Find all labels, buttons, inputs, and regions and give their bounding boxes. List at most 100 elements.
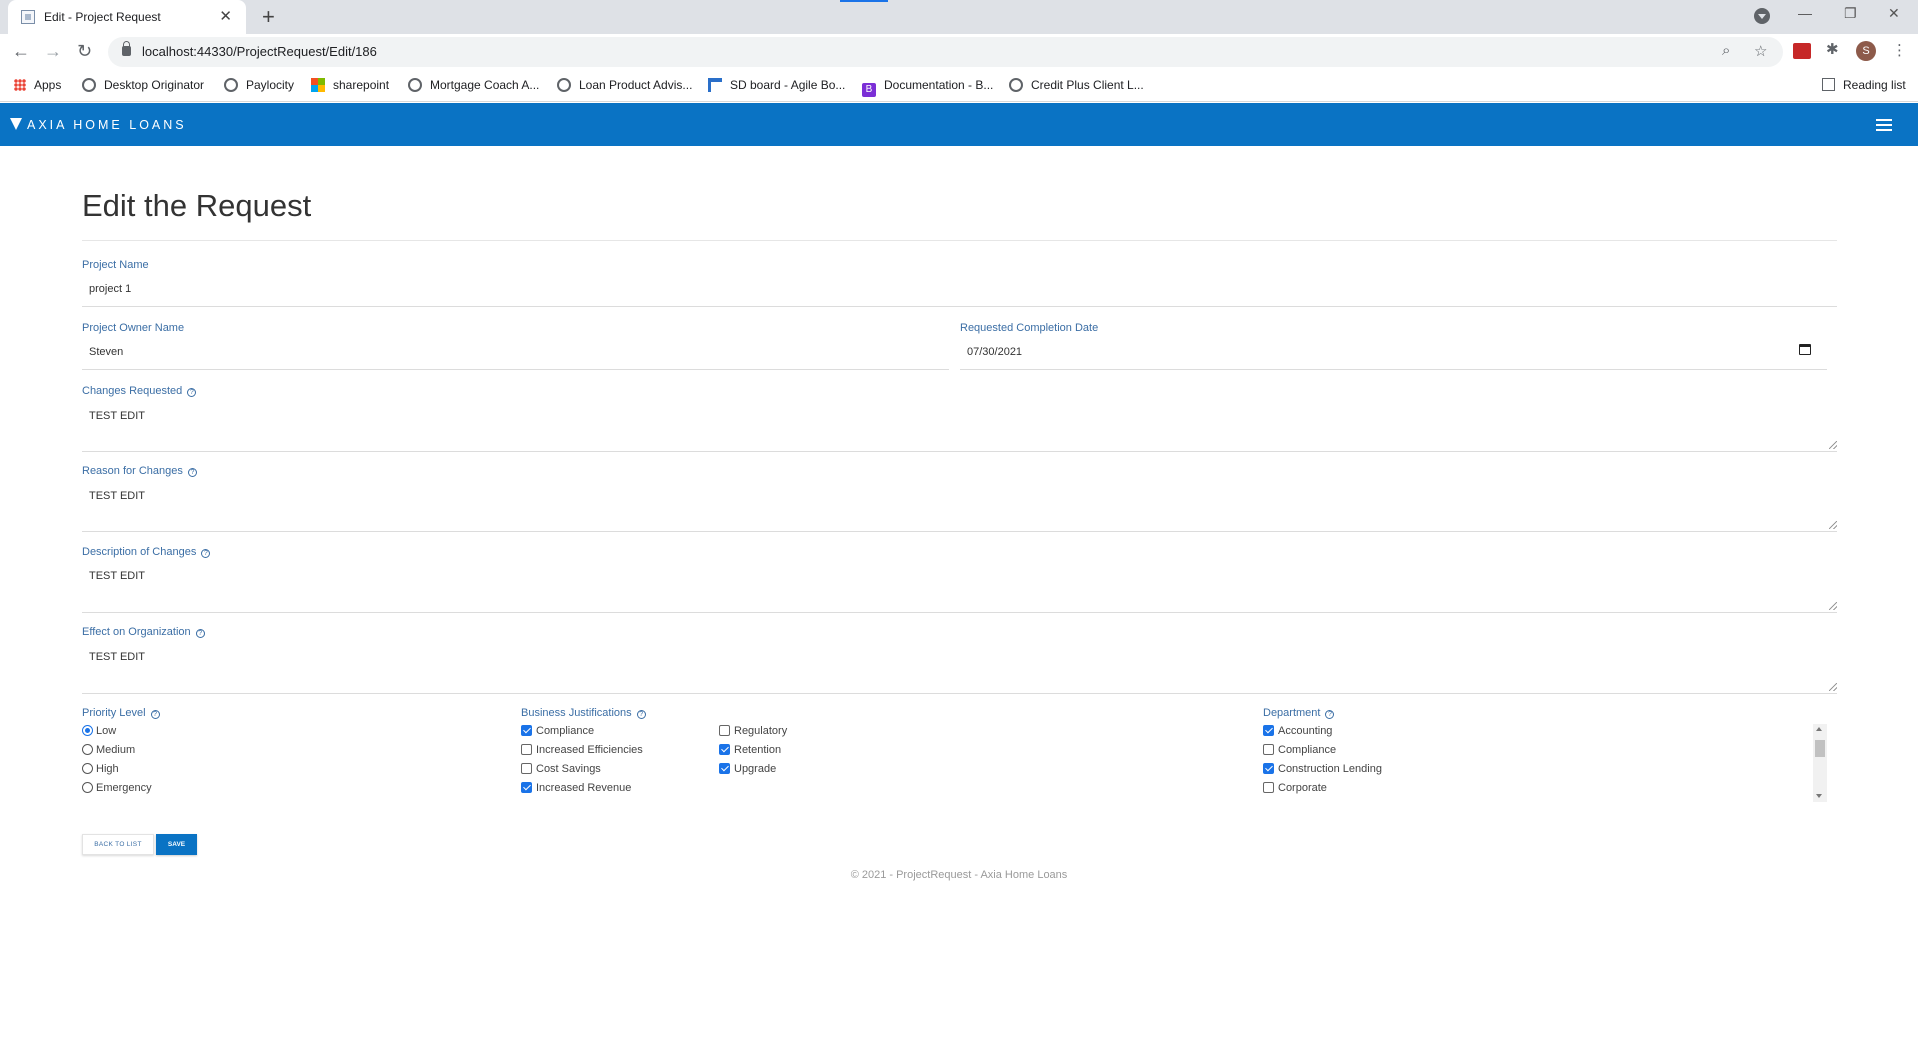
help-icon[interactable]: ?	[1325, 710, 1335, 719]
browser-toolbar: ← → ↻ localhost:44330/ProjectRequest/Edi…	[0, 34, 1918, 70]
calendar-icon[interactable]	[1799, 344, 1811, 355]
back-to-list-button[interactable]: BACK TO LIST	[82, 834, 154, 855]
bookmark-loan-product-advisor[interactable]: Loan Product Advis...	[557, 78, 692, 92]
checkbox[interactable]	[521, 763, 532, 774]
priority-option-emergency[interactable]: Emergency	[82, 782, 152, 794]
brand-name[interactable]: AXIA HOME LOANS	[27, 118, 187, 132]
bookmark-sd-board[interactable]: SD board - Agile Bo...	[708, 78, 845, 92]
resize-handle-icon[interactable]	[1829, 602, 1837, 610]
tab-strip-indicator	[840, 0, 888, 2]
checkbox[interactable]	[1263, 725, 1274, 736]
tab-search-icon[interactable]	[1754, 8, 1770, 24]
justification-retention[interactable]: Retention	[719, 744, 781, 756]
b-icon: B	[862, 83, 876, 97]
flag-icon	[708, 78, 722, 92]
extension-icon[interactable]	[1793, 43, 1811, 59]
bookmark-apps[interactable]: Apps	[14, 78, 61, 92]
checkbox[interactable]	[719, 725, 730, 736]
globe-icon	[408, 78, 422, 92]
browser-menu-icon[interactable]: ⋮	[1892, 41, 1907, 59]
justification-increased-efficiencies[interactable]: Increased Efficiencies	[521, 744, 643, 756]
help-icon[interactable]: ?	[150, 710, 160, 719]
bookmark-credit-plus[interactable]: Credit Plus Client L...	[1009, 78, 1144, 92]
address-bar[interactable]: localhost:44330/ProjectRequest/Edit/186 …	[108, 37, 1783, 67]
radio-button[interactable]	[82, 763, 93, 774]
reading-list-icon	[1822, 78, 1835, 91]
description-of-changes-label: Description of Changes?	[82, 546, 211, 558]
close-window-icon[interactable]: ✕	[1888, 5, 1900, 22]
radio-button[interactable]	[82, 744, 93, 755]
department-label: Department?	[1263, 707, 1335, 719]
bookmark-paylocity[interactable]: Paylocity	[224, 78, 294, 92]
axia-logo-icon[interactable]	[10, 118, 22, 130]
back-arrow-icon[interactable]: ←	[12, 41, 30, 62]
priority-option-high[interactable]: High	[82, 763, 119, 775]
description-of-changes-textarea[interactable]: TEST EDIT	[82, 570, 1837, 613]
help-icon[interactable]: ?	[195, 629, 205, 638]
checkbox[interactable]	[521, 744, 532, 755]
reason-for-changes-label: Reason for Changes?	[82, 465, 197, 477]
help-icon[interactable]: ?	[187, 468, 197, 477]
priority-option-medium[interactable]: Medium	[82, 744, 135, 756]
justification-upgrade[interactable]: Upgrade	[719, 763, 776, 775]
scroll-thumb[interactable]	[1815, 740, 1825, 757]
bookmark-star-icon[interactable]: ☆	[1754, 42, 1767, 60]
scroll-down-icon[interactable]	[1816, 794, 1822, 798]
checkbox[interactable]	[719, 744, 730, 755]
checkbox[interactable]	[521, 782, 532, 793]
minimize-icon[interactable]: —	[1798, 5, 1812, 21]
url-text: localhost:44330/ProjectRequest/Edit/186	[142, 44, 377, 59]
help-icon[interactable]: ?	[636, 710, 646, 719]
department-accounting[interactable]: Accounting	[1263, 725, 1332, 737]
globe-icon	[82, 78, 96, 92]
browser-tab[interactable]: Edit - Project Request ✕	[8, 0, 246, 34]
bookmark-documentation[interactable]: B Documentation - B...	[862, 78, 993, 97]
justification-cost-savings[interactable]: Cost Savings	[521, 763, 601, 775]
justification-increased-revenue[interactable]: Increased Revenue	[521, 782, 631, 794]
save-button[interactable]: SAVE	[156, 834, 197, 855]
completion-date-label: Requested Completion Date	[960, 322, 1099, 334]
reason-for-changes-textarea[interactable]: TEST EDIT	[82, 490, 1837, 532]
radio-button[interactable]	[82, 782, 93, 793]
help-icon[interactable]: ?	[201, 549, 211, 558]
extensions-puzzle-icon[interactable]: ✱	[1826, 40, 1844, 58]
bookmark-sharepoint[interactable]: sharepoint	[311, 78, 389, 92]
bookmark-desktop-originator[interactable]: Desktop Originator	[82, 78, 204, 92]
changes-requested-textarea[interactable]: TEST EDIT	[82, 410, 1837, 452]
checkbox[interactable]	[719, 763, 730, 774]
completion-date-input[interactable]: 07/30/2021	[960, 344, 1827, 370]
priority-option-low[interactable]: Low	[82, 725, 116, 737]
radio-button[interactable]	[82, 725, 93, 736]
new-tab-icon[interactable]: +	[262, 4, 275, 30]
department-compliance[interactable]: Compliance	[1263, 744, 1336, 756]
help-icon[interactable]: ?	[187, 388, 197, 397]
department-corporate[interactable]: Corporate	[1263, 782, 1327, 794]
checkbox[interactable]	[1263, 782, 1274, 793]
effect-on-organization-textarea[interactable]: TEST EDIT	[82, 651, 1837, 694]
checkbox[interactable]	[1263, 763, 1274, 774]
reading-list[interactable]: Reading list	[1822, 78, 1906, 92]
forward-arrow-icon[interactable]: →	[44, 41, 62, 62]
checkbox[interactable]	[521, 725, 532, 736]
owner-name-input[interactable]: Steven	[82, 346, 949, 370]
scroll-up-icon[interactable]	[1816, 727, 1822, 731]
checkbox[interactable]	[1263, 744, 1274, 755]
owner-name-label: Project Owner Name	[82, 322, 185, 334]
resize-handle-icon[interactable]	[1829, 441, 1837, 449]
close-tab-icon[interactable]: ✕	[219, 7, 232, 25]
justification-compliance[interactable]: Compliance	[521, 725, 594, 737]
profile-avatar[interactable]: S	[1856, 41, 1876, 61]
zoom-icon[interactable]: ⌕	[1722, 42, 1730, 59]
bookmark-mortgage-coach[interactable]: Mortgage Coach A...	[408, 78, 539, 92]
department-scrollbar[interactable]	[1813, 724, 1827, 802]
justification-regulatory[interactable]: Regulatory	[719, 725, 787, 737]
reload-icon[interactable]: ↻	[77, 41, 92, 62]
tab-title: Edit - Project Request	[44, 10, 161, 24]
hamburger-menu-icon[interactable]	[1876, 119, 1892, 131]
resize-handle-icon[interactable]	[1829, 521, 1837, 529]
bookmarks-bar: Apps Desktop Originator Paylocity sharep…	[0, 70, 1918, 102]
restore-icon[interactable]: ❐	[1844, 5, 1857, 22]
department-construction-lending[interactable]: Construction Lending	[1263, 763, 1382, 775]
resize-handle-icon[interactable]	[1829, 683, 1837, 691]
project-name-input[interactable]: project 1	[82, 283, 1837, 307]
